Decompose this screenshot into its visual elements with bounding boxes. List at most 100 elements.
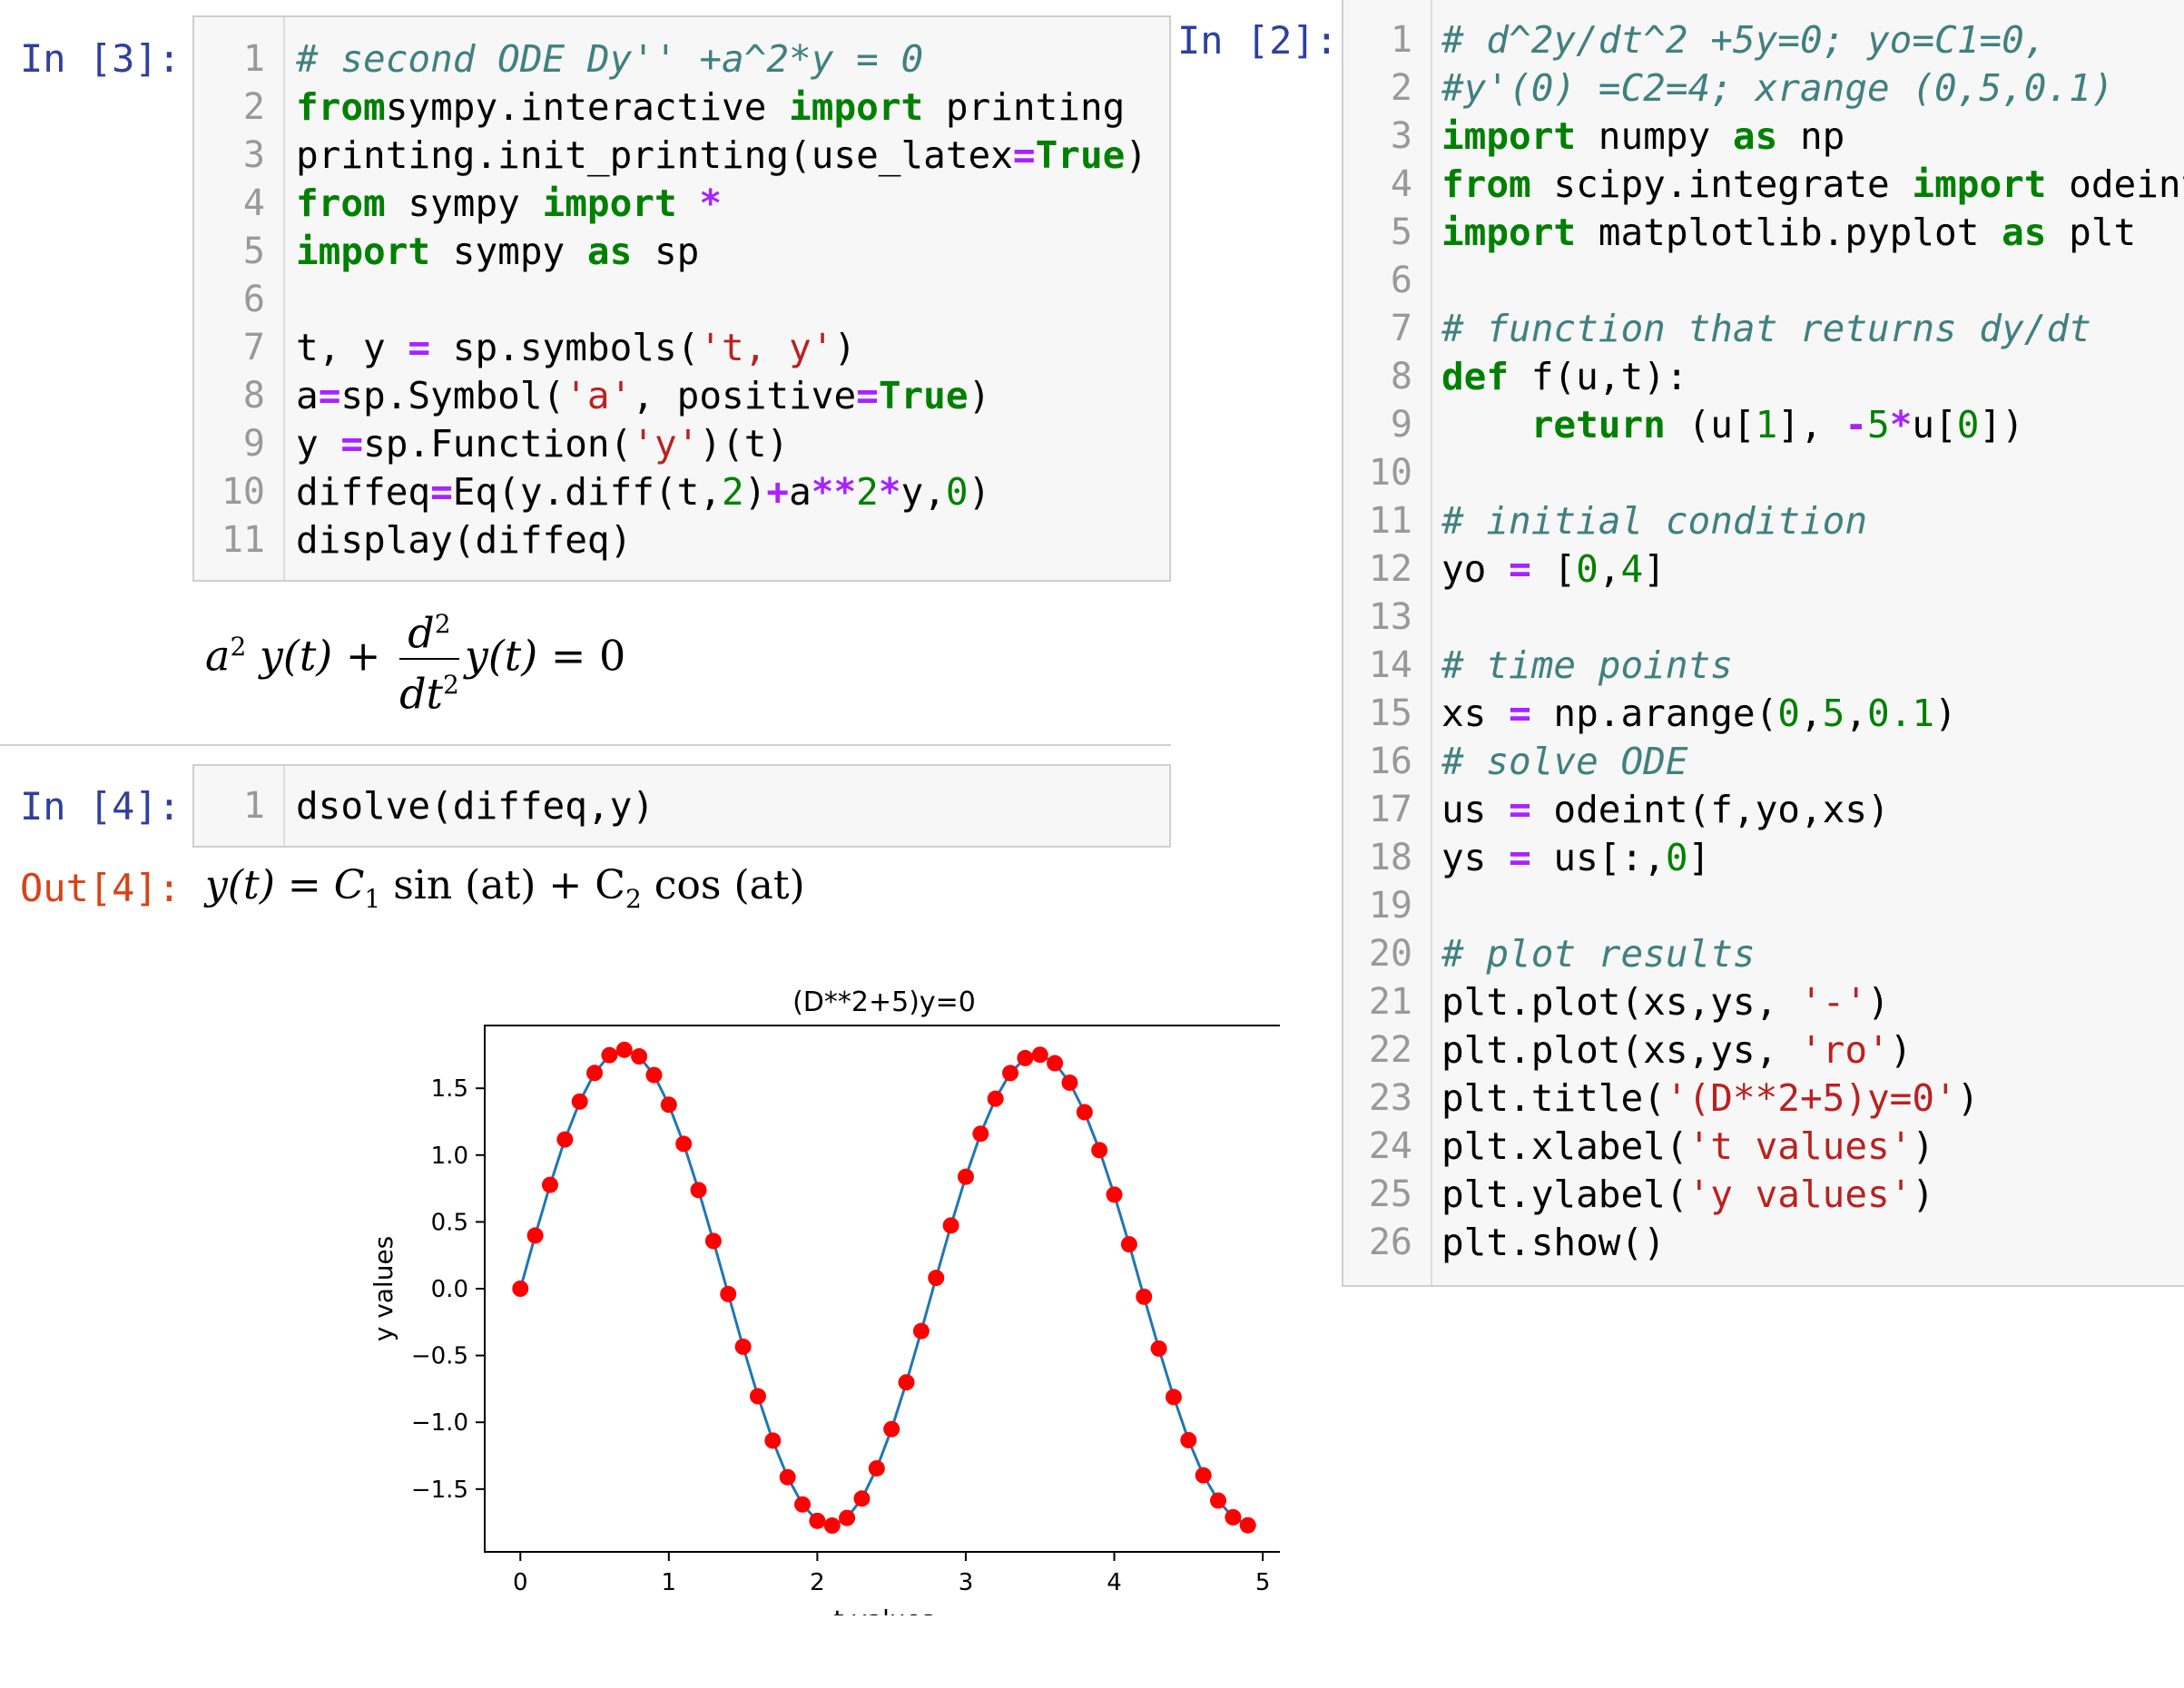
code-token: ) — [968, 374, 991, 417]
code-line: y =sp.Function('y')(t) — [296, 420, 1147, 468]
data-point — [883, 1420, 900, 1438]
line-number: 24 — [1368, 1125, 1412, 1167]
code-cell-in4[interactable]: 1 dsolve(diffeq,y) — [192, 764, 1171, 848]
code-line: # d^2y/dt^2 +5y=0; yo=C1=0, — [1441, 16, 2184, 64]
code-line: #y'(0) =C2=4; xrange (0,5,0.1) — [1441, 64, 2184, 113]
line-number: 5 — [1390, 211, 1412, 253]
code-token: * — [1889, 403, 1913, 447]
code-token: np.arange( — [1530, 692, 1778, 735]
code-line: plt.plot(xs,ys, 'ro') — [1441, 1026, 2184, 1075]
code-token: 'y' — [632, 422, 700, 466]
code-line: plt.title('(D**2+5)y=0') — [1441, 1075, 2184, 1123]
code-token: ) — [1867, 980, 1890, 1024]
line-number: 5 — [242, 231, 265, 272]
line-number: 2 — [1390, 67, 1412, 109]
data-point — [1150, 1340, 1167, 1357]
line-number: 26 — [1368, 1222, 1412, 1263]
code-token: = — [340, 422, 364, 466]
code-token: from — [296, 85, 386, 129]
code-token: (u[ — [1665, 403, 1756, 447]
code-token: 'ro' — [1799, 1028, 1890, 1072]
code-token: * — [676, 182, 723, 225]
data-point — [839, 1509, 856, 1526]
code-token: , — [1799, 692, 1823, 735]
code-text[interactable]: # d^2y/dt^2 +5y=0; yo=C1=0, #y'(0) =C2=4;… — [1441, 16, 2184, 1267]
y-tick-label: 1.5 — [431, 1075, 468, 1103]
code-cell-in2[interactable]: 1 2 3 4 5 6 7 8 9 10 11 12 13 14 15 16 17 18 19 20 21 22 23 24 2… — [1342, 0, 2184, 1287]
code-token: # second ODE Dy'' +a^2*y = 0 — [296, 37, 924, 81]
code-line: return (u[1], -5*u[0]) — [1441, 401, 2184, 449]
data-point — [1076, 1104, 1093, 1121]
code-text[interactable]: dsolve(diffeq,y) — [296, 782, 654, 830]
code-token: # function that returns dy/dt — [1441, 307, 2091, 350]
data-point — [1195, 1467, 1212, 1484]
data-point — [779, 1468, 796, 1486]
line-number: 8 — [242, 375, 265, 417]
data-point — [764, 1432, 782, 1449]
code-token: as — [586, 230, 633, 273]
code-token: t, y — [296, 326, 408, 369]
code-line: plt.xlabel('t values') — [1441, 1123, 2184, 1171]
line-number: 9 — [242, 423, 265, 465]
code-token: plt — [2046, 211, 2137, 254]
code-token: 0 — [1956, 403, 1980, 447]
data-point — [972, 1125, 989, 1143]
code-token: )(t) — [699, 422, 790, 466]
data-point — [541, 1176, 558, 1193]
code-line: # time points — [1441, 642, 2184, 690]
code-token: ] — [1687, 836, 1711, 879]
data-point — [660, 1096, 677, 1114]
math-output-solution: y(t) = C1 sin (at) + C2 cos (at) — [205, 862, 805, 914]
code-line: # function that returns dy/dt — [1441, 305, 2184, 353]
x-tick-label: 4 — [1107, 1569, 1122, 1596]
code-line: dsolve(diffeq,y) — [296, 782, 654, 830]
code-token: 5 — [1822, 692, 1845, 735]
code-token: import — [542, 182, 677, 225]
data-point — [704, 1232, 722, 1250]
code-token: u[ — [1912, 403, 1957, 447]
code-text[interactable]: # second ODE Dy'' +a^2*y = 0 fromsympy.in… — [296, 35, 1147, 564]
data-point — [645, 1066, 663, 1084]
code-token: 0.1 — [1867, 692, 1935, 735]
code-token: f(u,t): — [1509, 355, 1688, 398]
code-token: ) — [1912, 1124, 1935, 1168]
data-point — [912, 1322, 930, 1340]
line-number: 6 — [242, 279, 265, 320]
prompt-in2: In [2]: — [1177, 18, 1339, 63]
code-token: yo — [1441, 547, 1510, 591]
code-token: import — [1912, 162, 2047, 206]
data-point — [1120, 1236, 1137, 1253]
code-line: import numpy as np — [1441, 113, 2184, 161]
line-number: 10 — [221, 471, 265, 513]
data-point — [690, 1182, 707, 1199]
data-point — [1165, 1389, 1182, 1406]
code-token: * — [878, 470, 901, 514]
data-point — [720, 1285, 737, 1302]
code-token: us — [1441, 788, 1510, 831]
code-token: 't values' — [1687, 1124, 1913, 1168]
code-token: ) — [1956, 1076, 1980, 1120]
chart-title: (D**2+5)y=0 — [792, 986, 976, 1018]
code-token: = — [408, 326, 431, 369]
code-cell-in3[interactable]: 1 2 3 4 5 6 7 8 9 10 11 # second ODE Dy'' +a^2*y =… — [192, 15, 1171, 582]
code-token: sympy.interactive — [385, 85, 790, 129]
line-number: 8 — [1390, 356, 1412, 397]
data-point — [1180, 1431, 1197, 1448]
code-token: xs — [1441, 692, 1510, 735]
code-line: ys = us[:,0] — [1441, 834, 2184, 882]
code-token: printing.init_printing(use_latex — [296, 133, 1013, 177]
code-token: 1 — [1755, 403, 1778, 447]
code-line: t, y = sp.symbols('t, y') — [296, 324, 1147, 372]
data-point — [1239, 1516, 1256, 1534]
code-token: plt.plot(xs,ys, — [1441, 1028, 1800, 1072]
plot-figure: (D**2+5)y=0 0 1 2 3 4 5 −1.5 −1.0 −0.5 0.0 0.5 1.0 1.… — [372, 986, 1280, 1615]
code-token: ) — [968, 470, 991, 514]
code-token: import — [1441, 114, 1577, 158]
code-token: as — [1732, 114, 1778, 158]
code-token: 't, y' — [699, 326, 834, 369]
code-line: from scipy.integrate import odeint — [1441, 161, 2184, 209]
data-point — [675, 1135, 693, 1153]
line-number: 25 — [1368, 1173, 1412, 1215]
